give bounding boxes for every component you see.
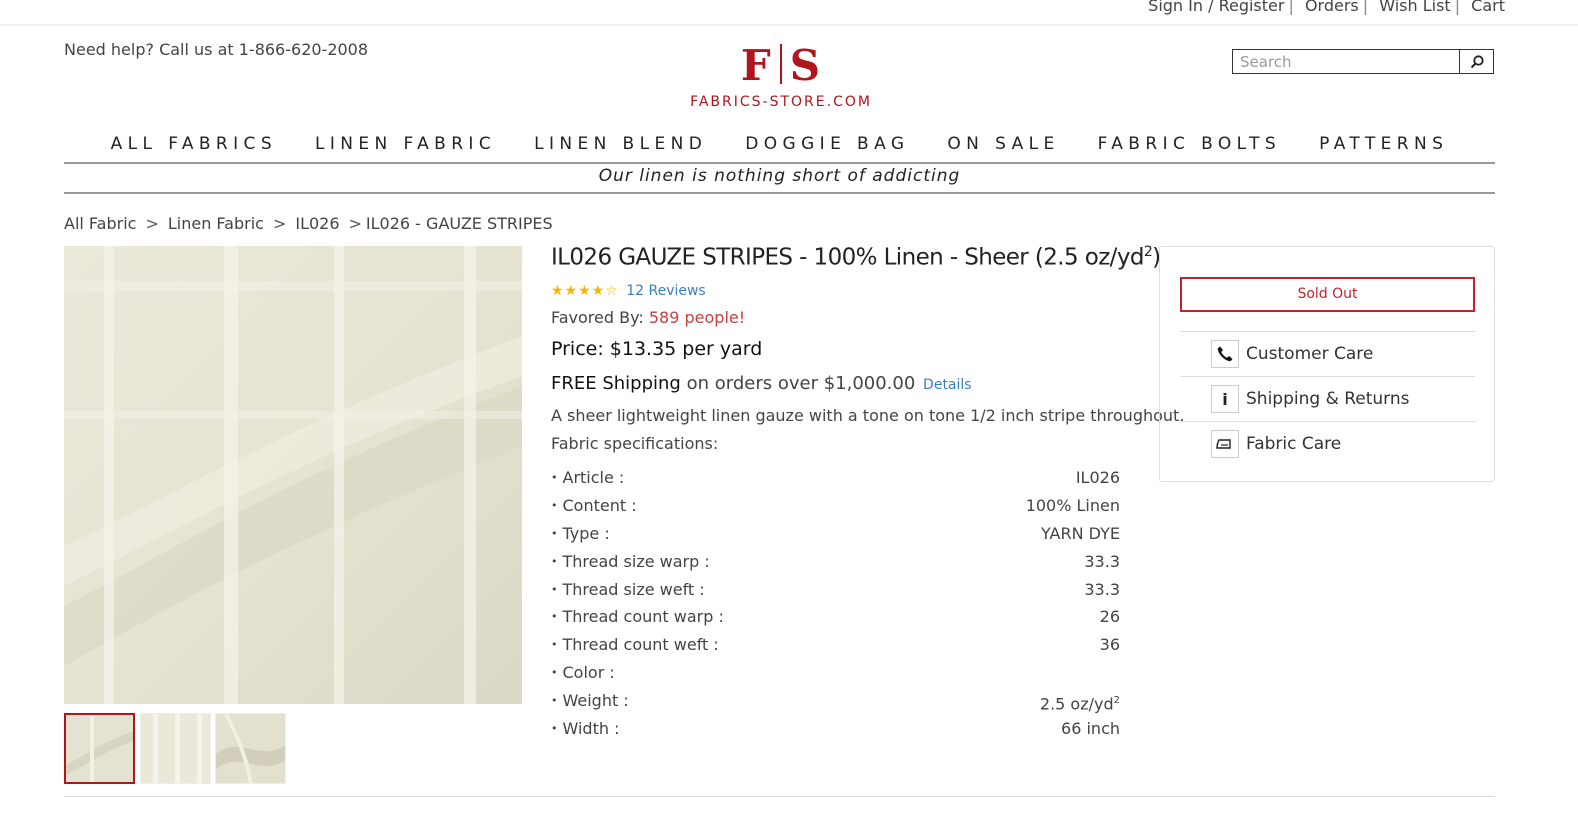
shipping-info: FREE Shipping on orders over $1,000.00 D… bbox=[551, 373, 972, 394]
purchase-panel: Sold Out Customer Care i Shipping & Retu… bbox=[1159, 246, 1495, 482]
sign-in-link[interactable]: Sign In / Register bbox=[1148, 0, 1284, 15]
spec-row: Width :66 inch bbox=[551, 717, 1121, 745]
specs-list: Article :IL026 Content :100% Linen Type … bbox=[551, 466, 1121, 745]
product-rating: ★★★★☆ 12 Reviews bbox=[551, 283, 706, 299]
spec-row: Type :YARN DYE bbox=[551, 522, 1121, 550]
cart-link[interactable]: Cart bbox=[1471, 0, 1505, 15]
fabric-care-link[interactable]: Fabric Care bbox=[1180, 421, 1475, 466]
favored-by: Favored By: 589 people! bbox=[551, 308, 746, 327]
product-price: Price: $13.35 per yard bbox=[551, 338, 763, 360]
spec-row: Thread size weft :33.3 bbox=[551, 578, 1121, 606]
breadcrumb: All Fabric > Linen Fabric > IL026 > IL026 - GA… bbox=[64, 214, 553, 233]
spec-row: Article :IL026 bbox=[551, 466, 1121, 494]
product-description: A sheer lightweight linen gauze with a t… bbox=[551, 406, 1185, 425]
search-button[interactable] bbox=[1459, 50, 1493, 73]
nav-linen-blend[interactable]: LINEN BLEND bbox=[534, 130, 707, 158]
nav-patterns[interactable]: PATTERNS bbox=[1319, 130, 1448, 158]
favored-count: 589 people! bbox=[648, 308, 746, 327]
sold-out-button[interactable]: Sold Out bbox=[1180, 277, 1475, 312]
main-nav: ALL FABRICS LINEN FABRIC LINEN BLEND DOG… bbox=[64, 130, 1495, 164]
rating-stars: ★★★★☆ bbox=[551, 283, 619, 299]
thumbnail-1[interactable] bbox=[64, 713, 135, 784]
help-phone-text: Need help? Call us at 1-866-620-2008 bbox=[64, 40, 369, 59]
nav-linen-fabric[interactable]: LINEN FABRIC bbox=[315, 130, 496, 158]
breadcrumb-current: IL026 - GAUZE STRIPES bbox=[365, 214, 553, 233]
search-box bbox=[1232, 49, 1494, 74]
divider bbox=[64, 796, 1495, 797]
nav-fabric-bolts[interactable]: FABRIC BOLTS bbox=[1098, 130, 1281, 158]
spec-row: Thread size warp :33.3 bbox=[551, 550, 1121, 578]
spec-row: Color : bbox=[551, 661, 1120, 689]
spec-row: Thread count weft :36 bbox=[551, 633, 1121, 661]
search-input[interactable] bbox=[1233, 50, 1461, 73]
logo-name: FABRICS-STORE.COM bbox=[690, 94, 872, 110]
nav-all-fabrics[interactable]: ALL FABRICS bbox=[111, 130, 277, 158]
spec-row: Content :100% Linen bbox=[551, 494, 1121, 522]
account-links: Sign In / Register | Orders | Wish List | C… bbox=[1148, 0, 1505, 15]
spec-row: Weight :2.5 oz/yd2 bbox=[551, 689, 1121, 717]
breadcrumb-il026[interactable]: IL026 bbox=[295, 214, 339, 233]
product-main-image[interactable] bbox=[64, 246, 522, 704]
logo-letter-f: F bbox=[740, 41, 772, 90]
nav-on-sale[interactable]: ON SALE bbox=[947, 130, 1059, 158]
phone-icon bbox=[1211, 340, 1239, 368]
shipping-returns-link[interactable]: i Shipping & Returns bbox=[1180, 376, 1475, 421]
orders-link[interactable]: Orders bbox=[1305, 0, 1359, 15]
shipping-details-link[interactable]: Details bbox=[923, 377, 972, 393]
info-icon: i bbox=[1211, 385, 1239, 413]
customer-care-link[interactable]: Customer Care bbox=[1180, 331, 1475, 376]
reviews-link[interactable]: 12 Reviews bbox=[626, 283, 706, 299]
product-title: IL026 GAUZE STRIPES - 100% Linen - Sheer… bbox=[551, 244, 1161, 271]
wish-list-link[interactable]: Wish List bbox=[1379, 0, 1450, 15]
logo-letter-s: S bbox=[789, 41, 822, 90]
iron-icon bbox=[1211, 430, 1239, 458]
nav-doggie-bag[interactable]: DOGGIE BAG bbox=[745, 130, 909, 158]
specs-heading: Fabric specifications: bbox=[551, 434, 719, 453]
breadcrumb-linen-fabric[interactable]: Linen Fabric bbox=[168, 214, 264, 233]
site-logo[interactable]: FS FABRICS-STORE.COM bbox=[681, 41, 881, 111]
breadcrumb-all-fabric[interactable]: All Fabric bbox=[64, 214, 136, 233]
tagline: Our linen is nothing short of addicting bbox=[64, 166, 1495, 194]
spec-row: Thread count warp :26 bbox=[551, 605, 1121, 633]
search-icon bbox=[1470, 54, 1484, 68]
thumbnail-3[interactable] bbox=[215, 713, 286, 784]
thumbnail-2[interactable] bbox=[140, 713, 211, 784]
